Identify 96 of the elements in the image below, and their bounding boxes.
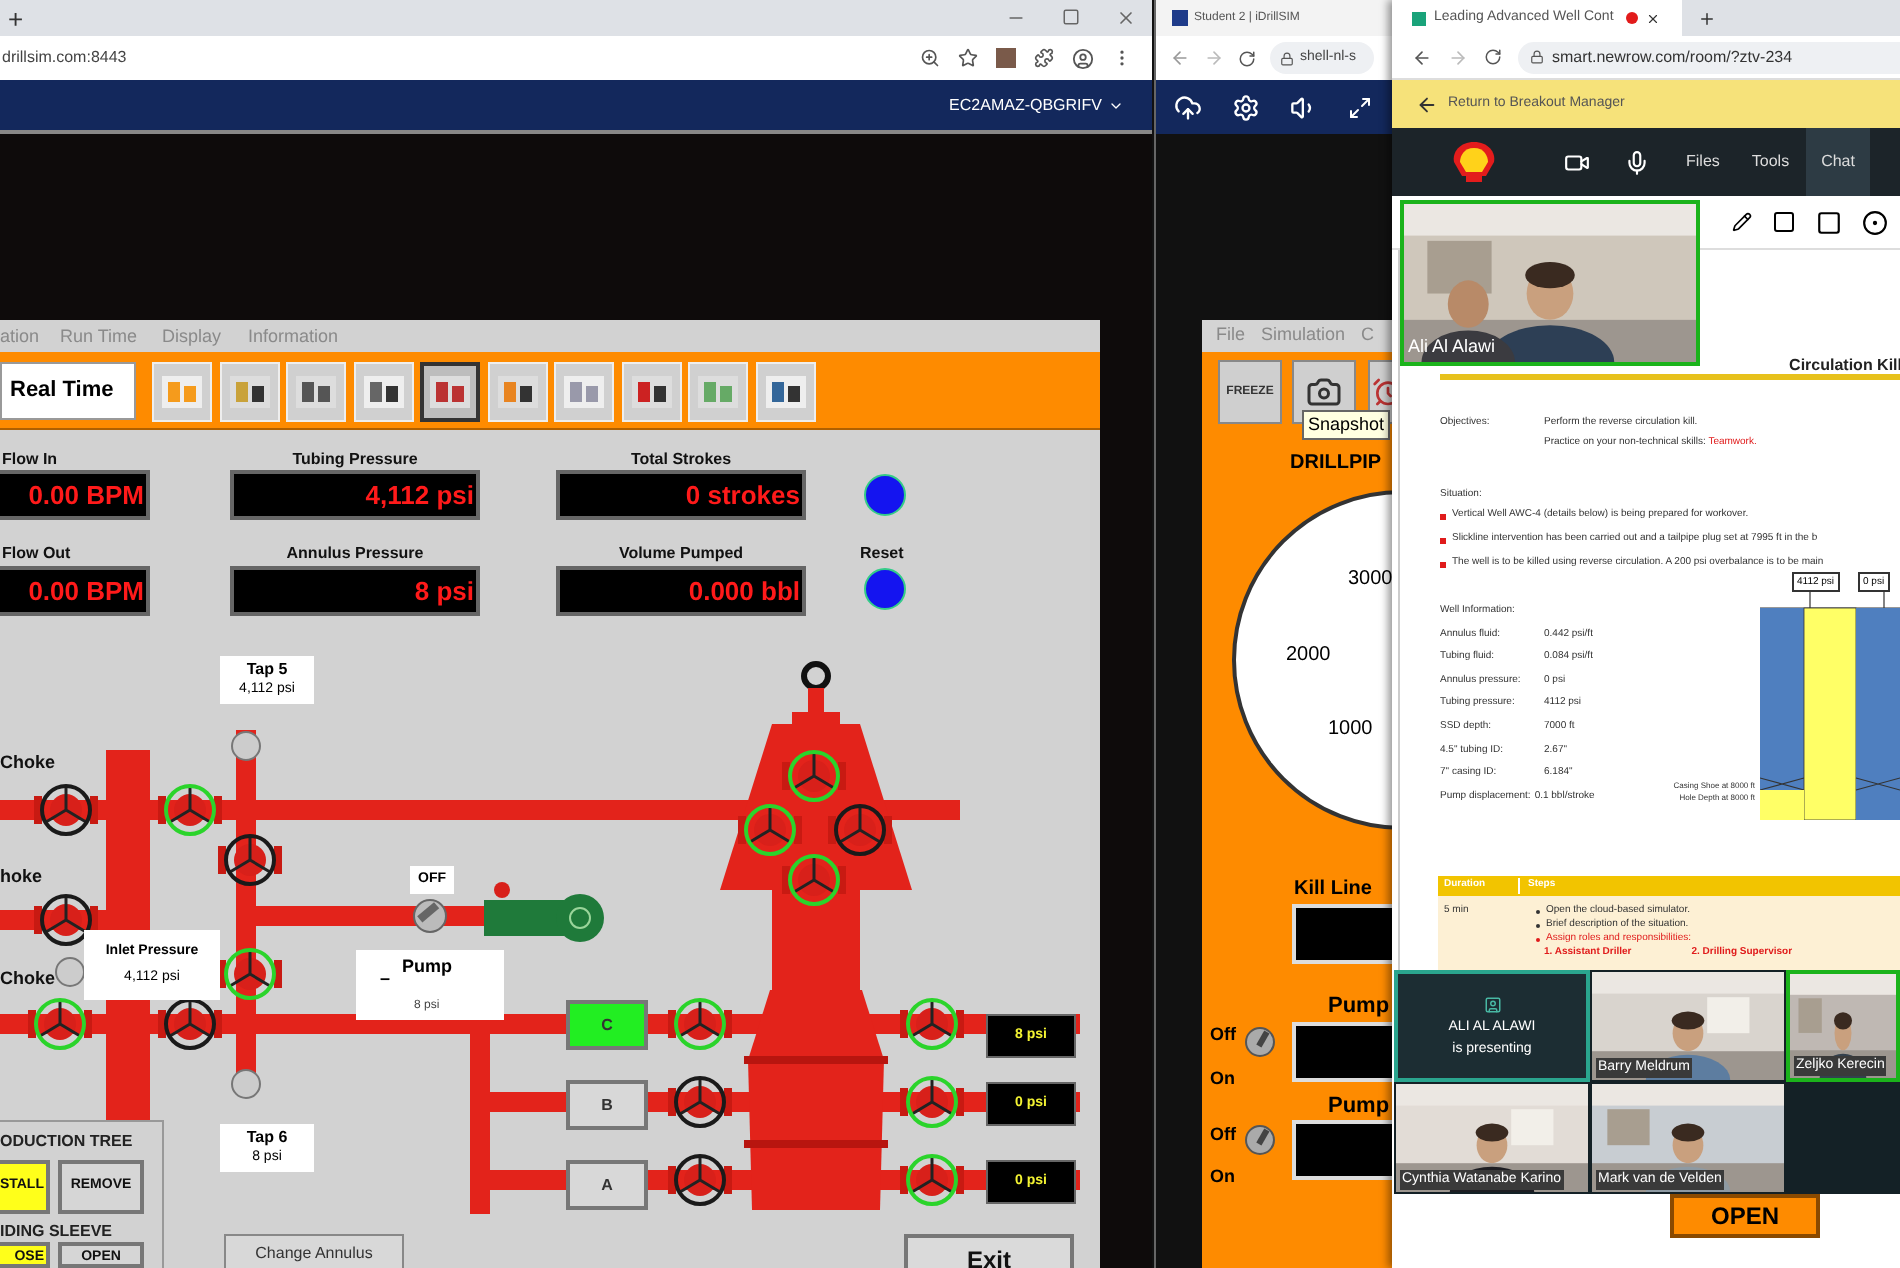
extensions-icon[interactable] bbox=[1034, 48, 1054, 68]
site-icon bbox=[1172, 10, 1188, 26]
choke-label: hoke bbox=[0, 864, 43, 890]
nav-tab[interactable]: Chat bbox=[1805, 128, 1871, 196]
change-annulus-button[interactable]: Change Annulus bbox=[224, 1234, 404, 1268]
close-icon[interactable] bbox=[1116, 8, 1136, 28]
readout-display: 0.00 BPM bbox=[0, 566, 150, 616]
display-label: Flow Out bbox=[2, 542, 71, 566]
gauge-label: 3000 bbox=[1348, 566, 1393, 594]
field-label: Pump bbox=[1328, 1092, 1390, 1122]
nav-tab[interactable]: Tools bbox=[1735, 128, 1806, 196]
tool-icon bbox=[761, 370, 809, 414]
close-tab-icon[interactable] bbox=[1645, 11, 1660, 25]
back-icon[interactable] bbox=[1412, 47, 1432, 67]
line-button[interactable]: A bbox=[566, 1160, 648, 1210]
start-button[interactable] bbox=[864, 474, 906, 516]
display-label: Reset bbox=[860, 542, 904, 566]
tooltip: Snapshot bbox=[1302, 410, 1391, 440]
toggle-switch[interactable] bbox=[1244, 1026, 1276, 1058]
readout-display: 0.00 BPM bbox=[0, 470, 150, 520]
reload-icon[interactable] bbox=[1238, 49, 1256, 67]
tool-icon bbox=[158, 370, 206, 414]
display-label: Volume Pumped bbox=[616, 542, 746, 566]
machine-name-menu[interactable]: EC2AMAZ-QBGRIFV bbox=[949, 93, 1102, 117]
settings-icon[interactable] bbox=[1232, 93, 1260, 121]
address-field[interactable]: drillsim.com:8443 bbox=[0, 46, 127, 70]
tool-icon bbox=[292, 370, 340, 414]
field-label: Kill Line bbox=[1294, 876, 1372, 904]
readout-display: 8 psi bbox=[230, 566, 480, 616]
pump-label: Pump bbox=[402, 954, 453, 980]
line-button[interactable]: B bbox=[566, 1080, 648, 1130]
bullet-icon bbox=[1440, 561, 1446, 567]
readout-display: 4,112 psi bbox=[230, 470, 480, 520]
lock-icon bbox=[1280, 51, 1294, 65]
tool-button[interactable] bbox=[420, 362, 480, 422]
rectangle-tool-icon[interactable] bbox=[1772, 210, 1796, 234]
presenter-icon bbox=[1483, 995, 1501, 1013]
record-icon[interactable] bbox=[1862, 209, 1888, 235]
upload-icon[interactable] bbox=[1174, 93, 1202, 121]
pencil-icon[interactable] bbox=[1732, 212, 1752, 232]
exit-button[interactable]: Exit bbox=[904, 1234, 1074, 1268]
lock-icon bbox=[1530, 50, 1544, 64]
nav-tab[interactable]: Files bbox=[1670, 128, 1736, 196]
display-label: Flow In bbox=[2, 448, 58, 472]
section-title: ODUCTION TREE bbox=[0, 1130, 133, 1154]
tool-icon bbox=[359, 370, 407, 414]
tool-icon bbox=[627, 370, 675, 414]
site-icon bbox=[1412, 11, 1426, 25]
expand-icon[interactable] bbox=[1348, 95, 1372, 119]
profile-icon[interactable] bbox=[1072, 47, 1094, 69]
tap-name: Tap 6 bbox=[246, 1128, 288, 1148]
open-button[interactable]: OPEN bbox=[1670, 1194, 1820, 1238]
address-field[interactable]: smart.newrow.com/room/?ztv-234 bbox=[1518, 41, 1900, 73]
off-label: Off bbox=[1210, 1022, 1236, 1048]
tool-icon bbox=[426, 370, 474, 414]
toggle-switch[interactable] bbox=[1244, 1124, 1276, 1156]
real-time-button[interactable]: Real Time bbox=[0, 362, 136, 420]
choke-label: Choke bbox=[0, 966, 56, 992]
stop-icon[interactable] bbox=[1816, 209, 1842, 235]
tool-icon bbox=[225, 370, 273, 414]
gauge-label: 2000 bbox=[1286, 642, 1331, 670]
bookmark-star-icon[interactable] bbox=[958, 48, 978, 68]
tap-name: Tap 5 bbox=[246, 660, 288, 680]
readout-display: 0 strokes bbox=[556, 470, 806, 520]
line-button[interactable]: C bbox=[566, 1000, 648, 1050]
shell-logo bbox=[1450, 140, 1498, 184]
off-label: Off bbox=[1210, 1122, 1236, 1148]
microphone-icon[interactable] bbox=[1624, 149, 1650, 175]
recording-icon bbox=[1625, 12, 1638, 24]
new-tab-button[interactable]: + bbox=[8, 5, 24, 31]
camera-icon[interactable] bbox=[1564, 149, 1590, 175]
tool-icon bbox=[560, 370, 608, 414]
maximize-icon[interactable] bbox=[1062, 8, 1080, 26]
choke-label: Choke bbox=[0, 750, 56, 776]
section-title: IDING SLEEVE bbox=[0, 1220, 113, 1244]
tool-icon bbox=[694, 370, 742, 414]
gauge-label: 1000 bbox=[1328, 716, 1373, 744]
display-label: Tubing Pressure bbox=[290, 448, 420, 472]
pump-dash: – bbox=[380, 966, 391, 992]
readout-display: 0.000 bbl bbox=[556, 566, 806, 616]
bullet-icon bbox=[1440, 537, 1446, 543]
reset-button[interactable] bbox=[864, 568, 906, 610]
camera-icon bbox=[1306, 374, 1342, 410]
bullet-icon bbox=[1440, 513, 1446, 519]
on-label: On bbox=[1210, 1164, 1235, 1190]
on-label: On bbox=[1210, 1066, 1235, 1092]
tool-icon bbox=[493, 370, 541, 414]
participant-name: Ali Al Alawi bbox=[1408, 333, 1496, 359]
display-label: Annulus Pressure bbox=[284, 542, 426, 566]
field-label: Pump bbox=[1328, 992, 1390, 1022]
reload-icon[interactable] bbox=[1484, 48, 1502, 66]
back-arrow-icon bbox=[1416, 93, 1438, 115]
gauge-title: DRILLPIP bbox=[1290, 450, 1382, 478]
new-tab-icon[interactable] bbox=[1698, 9, 1716, 27]
zoom-icon[interactable] bbox=[920, 48, 940, 68]
display-label: Total Strokes bbox=[628, 448, 734, 472]
